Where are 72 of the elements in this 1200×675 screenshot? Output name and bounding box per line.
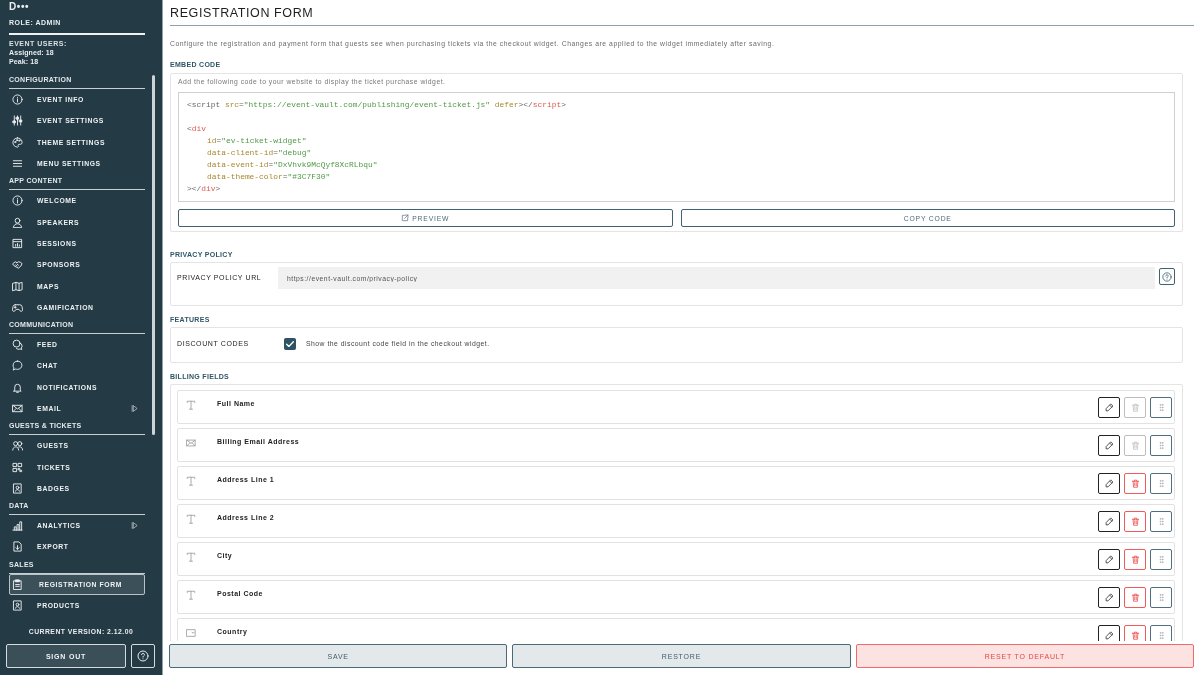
drag-dots-icon [1156, 478, 1166, 488]
help-icon [137, 650, 149, 662]
dropdown-icon [186, 628, 196, 638]
account-name: D••• [9, 1, 30, 13]
drag-handle[interactable] [1150, 434, 1172, 456]
menu-icon [12, 158, 23, 170]
drag-handle[interactable] [1150, 510, 1172, 532]
scrollbar-thumb[interactable] [152, 75, 155, 435]
trash-icon [1130, 516, 1140, 526]
pencil-icon [1104, 478, 1114, 488]
chat-bubbles-icon [12, 339, 23, 351]
file-arrow-icon [12, 541, 23, 553]
gamepad-icon [12, 301, 23, 313]
map-icon [12, 280, 23, 292]
edit-button[interactable] [1098, 396, 1120, 418]
person-icon [12, 216, 23, 228]
palette-icon [12, 136, 23, 148]
help-icon [1162, 271, 1172, 282]
edit-button[interactable] [1098, 472, 1120, 494]
drag-dots-icon [1156, 402, 1166, 412]
pencil-icon [1104, 630, 1114, 640]
pencil-icon [1104, 592, 1114, 602]
edit-button[interactable] [1098, 510, 1120, 532]
chat-bubble-icon [12, 360, 23, 372]
trash-icon [1130, 478, 1140, 488]
edit-button[interactable] [1098, 586, 1120, 608]
text-type-icon [186, 514, 196, 524]
bar-chart-icon [12, 520, 23, 532]
trash-icon [1130, 630, 1140, 640]
people-icon [12, 440, 23, 452]
handshake-icon [12, 259, 23, 271]
pencil-icon [1104, 440, 1114, 450]
id-badge-icon [12, 482, 23, 494]
info-icon [12, 94, 23, 106]
clipboard-icon [12, 578, 23, 590]
drag-dots-icon [1156, 440, 1166, 450]
id-badge-icon [12, 600, 23, 612]
trash-icon [1130, 554, 1140, 564]
qr-code-icon [12, 461, 23, 473]
edit-button[interactable] [1098, 624, 1120, 641]
text-type-icon [186, 552, 196, 562]
trash-icon [1130, 592, 1140, 602]
edit-button[interactable] [1098, 548, 1120, 570]
drag-handle[interactable] [1150, 472, 1172, 494]
drag-handle[interactable] [1150, 624, 1172, 641]
drag-handle[interactable] [1150, 548, 1172, 570]
checkbox[interactable] [284, 337, 296, 350]
calendar-icon [12, 237, 23, 249]
pencil-icon [1104, 554, 1114, 564]
text-type-icon [186, 590, 196, 600]
info-icon [12, 195, 23, 207]
checkmark-icon [285, 338, 295, 349]
text-type-icon [186, 400, 196, 410]
pencil-icon [1104, 516, 1114, 526]
pencil-icon [1104, 402, 1114, 412]
help-button[interactable] [1159, 268, 1175, 285]
text-type-icon [186, 476, 196, 486]
drag-handle[interactable] [1150, 586, 1172, 608]
envelope-icon [12, 403, 23, 414]
sliders-icon [12, 115, 23, 127]
trash-icon [1130, 402, 1140, 412]
drag-dots-icon [1156, 554, 1166, 564]
bell-icon [12, 381, 23, 393]
envelope-icon [186, 438, 196, 448]
drag-dots-icon [1156, 592, 1166, 602]
trash-icon [1130, 440, 1140, 450]
external-link-icon [401, 214, 410, 222]
page-title: REGISTRATION FORM [170, 6, 314, 20]
edit-button[interactable] [1098, 434, 1120, 456]
drag-dots-icon [1156, 630, 1166, 640]
drag-handle[interactable] [1150, 396, 1172, 418]
drag-dots-icon [1156, 516, 1166, 526]
